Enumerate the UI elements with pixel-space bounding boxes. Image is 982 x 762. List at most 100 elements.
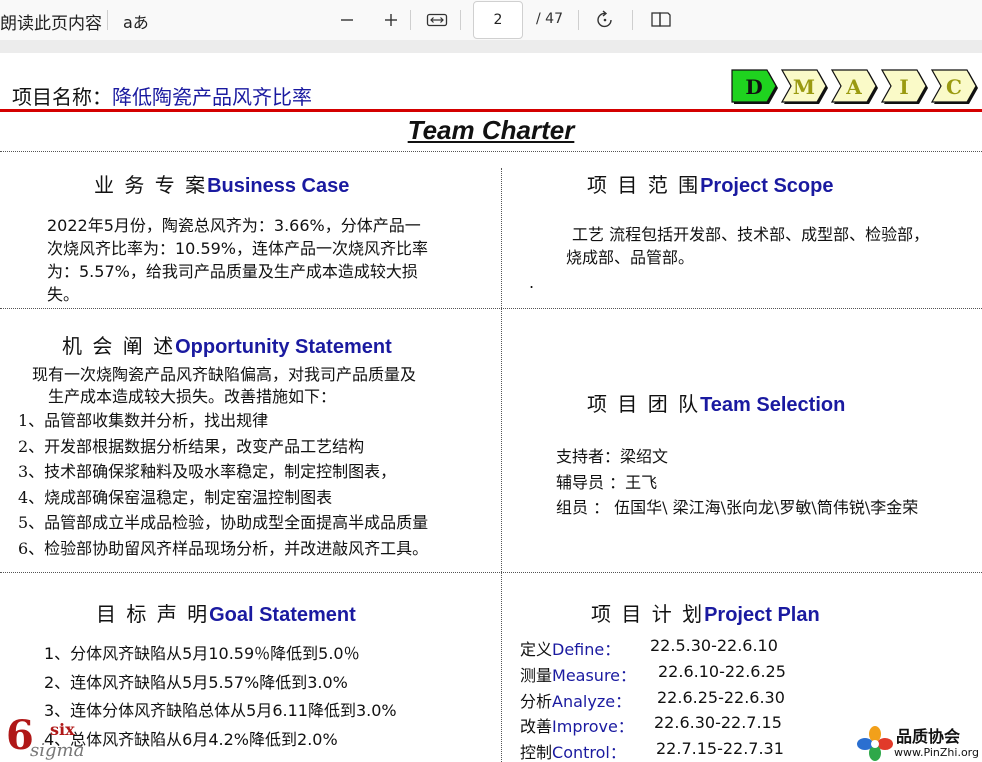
- slide-title-text: Team Charter: [407, 115, 575, 145]
- list-item: 1、分体风齐缺陷从5月10.59％降低到5.0％: [44, 644, 360, 663]
- six-sigma-sigma: sigma: [30, 740, 85, 761]
- plan-dates: 22.6.10-22.6.25: [658, 661, 786, 681]
- project-name: 降低陶瓷产品风齐比率: [112, 85, 312, 109]
- plan-phase-zh: 改善: [520, 717, 553, 737]
- team-member-line: 支持者：梁绍文: [556, 447, 669, 466]
- team-heading: 项 目 团 队Team Selection: [587, 388, 845, 417]
- plan-phase-zh: 分析: [520, 691, 553, 711]
- toolbar-divider: [632, 10, 633, 30]
- header-rule: [0, 109, 982, 112]
- business-case-heading: 业 务 专 案Business Case: [94, 169, 349, 198]
- opportunity-heading: 机 会 阐 述Opportunity Statement: [62, 330, 392, 359]
- team-member-line: 组员 ： 伍国华\ 梁江海\张向龙\罗敏\筒伟锐\李金荣: [556, 498, 919, 517]
- plan-dates: 22.6.25-22.6.30: [657, 687, 785, 707]
- page-total: / 47: [536, 11, 563, 27]
- text-options-button[interactable]: aあ: [123, 9, 149, 33]
- business-case-text: 2022年5月份，陶瓷总风齐为：3.66%，分体产品一 次烧风齐比率为：10.5…: [47, 214, 487, 306]
- toolbar-divider: [578, 10, 579, 30]
- pinzhi-logo: 品质协会 www.PinZhi.org: [856, 723, 982, 762]
- team-heading-zh: 项 目 团 队: [587, 392, 701, 416]
- business-case-heading-en: Business Case: [207, 175, 350, 197]
- plan-heading-zh: 项 目 计 划: [591, 602, 705, 626]
- plan-phase-en: Define：: [552, 640, 621, 659]
- project-scope-heading-en: Project Scope: [700, 175, 834, 197]
- page-number-input[interactable]: 2: [473, 1, 523, 39]
- plan-dates: 22.6.30-22.7.15: [654, 713, 782, 733]
- goal-heading-zh: 目 标 声 明: [96, 602, 210, 626]
- plan-phase-en: Analyze：: [552, 691, 632, 711]
- plan-phase-zh: 控制: [520, 743, 553, 762]
- opportunity-heading-zh: 机 会 阐 述: [62, 334, 176, 358]
- business-case-line: 2022年5月份，陶瓷总风齐为：3.66%，分体产品一: [47, 216, 421, 235]
- rotate-button[interactable]: [591, 6, 619, 34]
- plan-phase-en: Measure：: [552, 665, 637, 685]
- zoom-in-button[interactable]: [377, 6, 405, 34]
- toolbar-divider: [410, 10, 411, 30]
- plan-phase-zh: 定义: [520, 640, 553, 659]
- plan-dates: 22.5.30-22.6.10: [650, 636, 778, 655]
- plan-phase-en: Improve：: [552, 717, 634, 737]
- opportunity-heading-en: Opportunity Statement: [175, 336, 392, 358]
- project-scope-heading-zh: 项 目 范 围: [587, 173, 701, 197]
- opportunity-intro-line: 现有一次烧陶瓷产品风齐缺陷偏高，对我司产品质量及: [32, 365, 417, 384]
- project-scope-line: 烧成部、品管部。: [566, 248, 695, 267]
- step-letter: A: [846, 75, 862, 99]
- pinzhi-flower-icon: [857, 726, 893, 761]
- list-item: 5、品管部成立半成品检验，协助成型全面提高半成品质量: [18, 513, 429, 532]
- read-aloud-button[interactable]: 朗读此页内容: [0, 9, 102, 34]
- opportunity-list: 1、品管部收集数并分析，找出规律 2、开发部根据数据分析结果，改变产品工艺结构 …: [18, 408, 428, 561]
- goal-heading-en: Goal Statement: [209, 604, 356, 626]
- team-heading-en: Team Selection: [700, 394, 846, 416]
- list-item: 2、连体风齐缺陷从5月5.57%降低到3.0%: [44, 672, 348, 692]
- project-scope-dot: .: [529, 273, 535, 292]
- grid-divider: [501, 168, 502, 762]
- rotate-icon: [597, 10, 612, 28]
- step-letter: C: [946, 75, 962, 99]
- grid-line: [0, 572, 982, 573]
- plan-row: 测量Measure： 22.6.10-22.6.25: [520, 662, 786, 688]
- team-member-line: 辅导员 ：王飞: [556, 472, 658, 492]
- six-sigma-word: six: [50, 720, 75, 739]
- fit-width-icon: [426, 13, 448, 27]
- opportunity-intro-line: 生产成本造成较大损失。改善措施如下：: [48, 387, 337, 406]
- list-item: 1、品管部收集数并分析，找出规律: [18, 411, 269, 430]
- grid-line: [0, 151, 982, 152]
- six-sigma-logo: 6 six sigma: [6, 712, 106, 762]
- step-letter: D: [745, 75, 763, 99]
- minus-icon: [341, 19, 353, 21]
- toolbar-divider: [460, 10, 461, 30]
- plus-icon: [385, 14, 397, 26]
- team-members: 支持者：梁绍文 辅导员 ：王飞 组员 ： 伍国华\ 梁江海\张向龙\罗敏\筒伟锐…: [556, 444, 918, 521]
- opportunity-intro: 现有一次烧陶瓷产品风齐缺陷偏高，对我司产品质量及 生产成本造成较大损失。改善措施…: [18, 364, 488, 408]
- pinzhi-name: 品质协会: [896, 727, 961, 746]
- plan-row: 定义Define： 22.5.30-22.6.10: [520, 636, 778, 662]
- plan-dates: 22.7.15-22.7.31: [656, 739, 784, 759]
- project-title-line: 项目名称：降低陶瓷产品风齐比率: [12, 81, 312, 110]
- business-case-line: 次烧风齐比率为：10.59%，连体产品一次烧风齐比率: [47, 239, 429, 258]
- plan-row: 分析Analyze： 22.6.25-22.6.30: [520, 688, 785, 714]
- two-page-icon: [651, 12, 671, 27]
- viewer-background: [0, 40, 982, 53]
- fit-width-button[interactable]: [423, 6, 451, 34]
- project-scope-line: 工艺 流程包括开发部、技术部、成型部、检验部，: [572, 225, 930, 244]
- pinzhi-url: www.PinZhi.org: [894, 746, 979, 759]
- list-item: 6、检验部协助留风齐样品现场分析，并改进敲风齐工具。: [18, 538, 429, 558]
- plan-heading-en: Project Plan: [704, 604, 820, 626]
- toolbar-divider: [107, 10, 108, 30]
- pdf-toolbar: 朗读此页内容 aあ 2 / 47: [0, 0, 982, 40]
- project-scope-text: 工艺 流程包括开发部、技术部、成型部、检验部， 烧成部、品管部。: [566, 223, 982, 269]
- plan-row: 改善Improve： 22.6.30-22.7.15: [520, 713, 782, 739]
- plan-row: 控制Control： 22.7.15-22.7.31: [520, 739, 784, 762]
- step-letter: M: [792, 75, 816, 99]
- zoom-out-button[interactable]: [333, 6, 361, 34]
- step-letter: I: [899, 75, 909, 99]
- slide-title: Team Charter: [0, 115, 982, 146]
- list-item: 2、开发部根据数据分析结果，改变产品工艺结构: [18, 436, 365, 456]
- project-scope-heading: 项 目 范 围Project Scope: [587, 169, 833, 198]
- plan-heading: 项 目 计 划Project Plan: [591, 598, 820, 627]
- business-case-line: 为：5.57%，给我司产品质量及生产成本造成较大损: [47, 262, 418, 281]
- page-view-button[interactable]: [647, 6, 675, 34]
- list-item: 4、烧成部确保窑温稳定，制定窑温控制图表: [18, 487, 333, 507]
- list-item: 3、技术部确保浆釉料及吸水率稳定，制定控制图表，: [18, 462, 397, 481]
- plan-phase-en: Control：: [552, 743, 626, 762]
